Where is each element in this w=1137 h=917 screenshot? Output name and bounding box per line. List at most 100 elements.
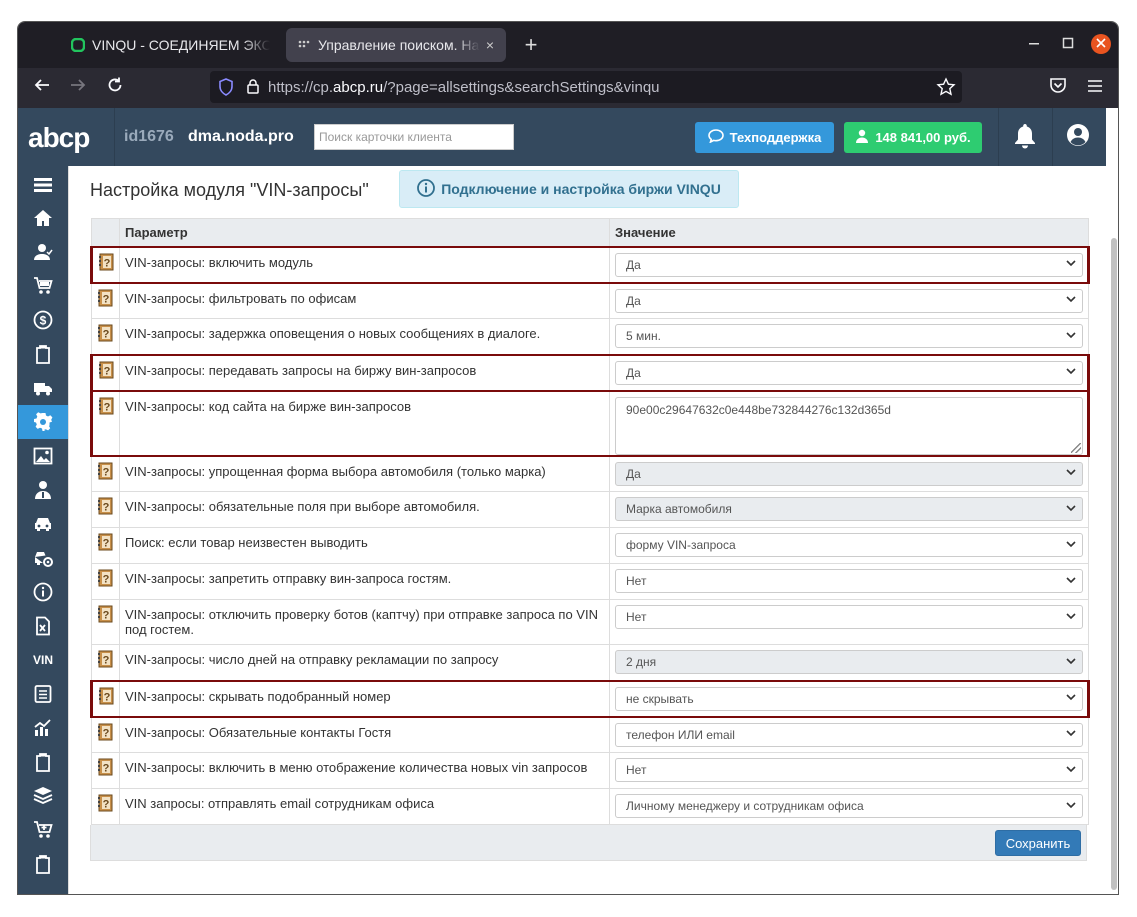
bell-icon[interactable] <box>1013 123 1037 151</box>
pocket-icon[interactable] <box>1046 76 1070 100</box>
lock-icon[interactable] <box>246 78 260 96</box>
balance-button[interactable]: 148 841,00 руб. <box>844 122 982 153</box>
page-scrollbar[interactable] <box>1106 108 1118 894</box>
help-book-icon[interactable]: ? <box>97 723 119 741</box>
forward-icon[interactable] <box>66 76 90 100</box>
sidebar-item-layers[interactable] <box>18 779 68 813</box>
menu-icon[interactable] <box>1083 76 1107 100</box>
abcp-logo[interactable]: abcp <box>28 122 90 154</box>
help-book-icon[interactable]: ? <box>97 289 119 307</box>
tab-title: Управление поиском. Настройки <box>318 37 480 53</box>
sidebar-item-images[interactable] <box>18 439 68 473</box>
save-button[interactable]: Сохранить <box>995 830 1081 856</box>
select-value: не скрывать <box>626 691 694 706</box>
tab-vinqu[interactable]: VINQU - СОЕДИНЯЕМ ЭКСПЕРТОВ <box>60 28 270 62</box>
scrollbar-thumb[interactable] <box>1111 238 1117 890</box>
close-window-icon[interactable] <box>1091 34 1111 54</box>
sidebar-item-clients[interactable] <box>18 235 68 269</box>
sidebar-item-home[interactable] <box>18 201 68 235</box>
setting-select[interactable]: 5 мин. <box>615 324 1083 348</box>
shield-icon[interactable] <box>218 78 236 96</box>
sidebar-item-excel[interactable] <box>18 609 68 643</box>
divider <box>114 108 115 166</box>
help-book-icon[interactable]: ? <box>97 569 119 587</box>
setting-select[interactable]: форму VIN-запроса <box>615 533 1083 557</box>
setting-label: VIN-запросы: Обязательные контакты Гостя <box>119 716 610 753</box>
chevron-down-icon <box>1066 540 1076 551</box>
help-book-icon[interactable]: ? <box>97 758 119 776</box>
sidebar-item-clipboard[interactable] <box>18 337 68 371</box>
help-book-icon[interactable]: ? <box>97 462 119 480</box>
help-book-icon[interactable]: ? <box>98 361 119 379</box>
select-value: Нет <box>626 610 647 624</box>
sidebar-item-orders[interactable] <box>18 269 68 303</box>
svg-text:?: ? <box>104 691 111 703</box>
back-icon[interactable] <box>30 76 54 100</box>
vinqu-info-button[interactable]: Подключение и настройка биржи VINQU <box>399 170 739 208</box>
setting-select[interactable]: не скрывать <box>615 686 1083 711</box>
help-book-icon[interactable]: ? <box>97 324 119 342</box>
setting-value-cell: 90e00c29647632c0e448be732844276c132d365d <box>609 389 1090 457</box>
divider <box>1052 108 1053 166</box>
reload-icon[interactable] <box>103 76 127 100</box>
home-icon <box>34 210 52 226</box>
sidebar-item-cars[interactable] <box>18 507 68 541</box>
sidebar-item-clipboard-2[interactable] <box>18 847 68 881</box>
setting-select: 2 дня <box>615 650 1083 674</box>
resize-handle-icon[interactable] <box>1071 442 1081 453</box>
sidebar-item-car-settings[interactable] <box>18 541 68 575</box>
setting-select[interactable]: Да <box>615 252 1083 277</box>
sidebar-item-staff[interactable] <box>18 473 68 507</box>
sidebar-item-analytics[interactable] <box>18 711 68 745</box>
site-domain[interactable]: dma.noda.pro <box>188 128 294 146</box>
help-book-icon[interactable]: ? <box>98 397 119 415</box>
maximize-icon[interactable] <box>1058 34 1078 54</box>
sidebar-item-finance[interactable]: $ <box>18 303 68 337</box>
user-avatar-icon[interactable] <box>1066 123 1092 149</box>
setting-select[interactable]: Нет <box>615 569 1083 593</box>
setting-select[interactable]: Нет <box>615 758 1083 782</box>
sidebar-item-reports[interactable] <box>18 745 68 779</box>
client-search-input[interactable] <box>314 124 514 150</box>
tab-search-settings[interactable]: Управление поиском. Настройки × <box>286 28 506 62</box>
site-code-textarea[interactable]: 90e00c29647632c0e448be732844276c132d365d <box>615 396 1083 455</box>
help-book-icon[interactable]: ? <box>97 605 119 623</box>
support-button[interactable]: Техподдержка <box>695 122 834 153</box>
setting-select[interactable]: Да <box>615 288 1083 313</box>
sidebar-item-vin[interactable]: VIN <box>18 643 68 677</box>
help-book-icon[interactable]: ? <box>98 253 119 271</box>
help-book-icon[interactable]: ? <box>97 533 119 551</box>
svg-text:?: ? <box>103 329 110 341</box>
close-tab-icon[interactable]: × <box>480 37 500 53</box>
setting-select[interactable]: телефон ИЛИ email <box>615 722 1083 747</box>
sidebar-item-list[interactable] <box>18 677 68 711</box>
navigation-bar: https://cp.abcp.ru/?page=allsettings&sea… <box>18 68 1118 108</box>
bookmark-star-icon[interactable] <box>936 77 956 97</box>
help-book-icon[interactable]: ? <box>98 687 119 705</box>
sidebar-item-info[interactable] <box>18 575 68 609</box>
browser-window: VINQU - СОЕДИНЯЕМ ЭКСПЕРТОВ Управление п… <box>17 21 1119 895</box>
info-circle-icon <box>417 178 436 200</box>
select-value: Да <box>626 466 641 481</box>
help-book-icon[interactable]: ? <box>97 794 119 812</box>
setting-select[interactable]: Личному менеджеру и сотрудникам офиса <box>615 794 1083 818</box>
minimize-icon[interactable] <box>1024 34 1044 54</box>
help-cell: ? <box>91 455 120 492</box>
setting-select[interactable]: Нет <box>615 605 1083 629</box>
setting-select: Марка автомобиля <box>615 497 1083 521</box>
new-tab-button[interactable]: + <box>518 32 544 58</box>
help-cell: ? <box>91 752 120 789</box>
list-icon <box>34 685 52 703</box>
settings-rows: ? VIN-запросы: включить модуль Да? VIN-запр… <box>90 245 1090 825</box>
sidebar-item-settings[interactable] <box>18 405 68 439</box>
sidebar-item-cart-add[interactable] <box>18 813 68 847</box>
address-bar[interactable]: https://cp.abcp.ru/?page=allsettings&sea… <box>210 71 962 103</box>
help-book-icon[interactable]: ? <box>97 650 119 668</box>
sidebar-item-delivery[interactable] <box>18 371 68 405</box>
help-book-icon[interactable]: ? <box>97 497 119 515</box>
setting-select[interactable]: Да <box>615 360 1083 385</box>
svg-text:?: ? <box>103 538 110 550</box>
sidebar-item-menu[interactable] <box>18 168 68 202</box>
help-cell: ? <box>90 389 120 457</box>
setting-value-cell: Нет <box>609 563 1089 600</box>
